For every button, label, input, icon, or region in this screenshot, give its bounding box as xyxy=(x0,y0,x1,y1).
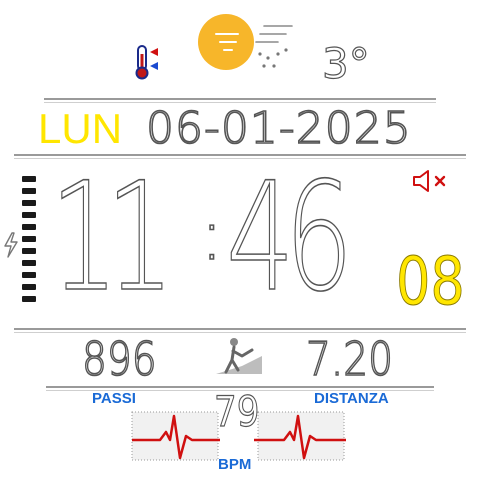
date-value: 06-01-2025 xyxy=(145,103,412,155)
time-separator: : xyxy=(199,193,224,277)
ecg-wave-icon xyxy=(254,406,346,464)
thermometer-icon xyxy=(130,44,164,80)
temperature-value: 3° xyxy=(321,39,370,88)
time-hours: 11 xyxy=(49,150,175,326)
speaker-muted-icon xyxy=(410,168,452,194)
time-minutes: 46 xyxy=(225,150,353,326)
bpm-label: BPM xyxy=(218,456,252,473)
ecg-wave-icon xyxy=(130,406,222,464)
time-divider xyxy=(14,328,466,333)
battery-indicator xyxy=(0,170,40,310)
distance-value: 7.20 xyxy=(305,331,394,387)
top-divider xyxy=(44,98,436,103)
walking-person-icon xyxy=(212,336,266,376)
weekday-label: LUN xyxy=(38,105,123,152)
steps-value: 896 xyxy=(81,331,157,387)
time-seconds: 08 xyxy=(396,243,466,320)
sun-with-snow-icon xyxy=(194,14,298,72)
